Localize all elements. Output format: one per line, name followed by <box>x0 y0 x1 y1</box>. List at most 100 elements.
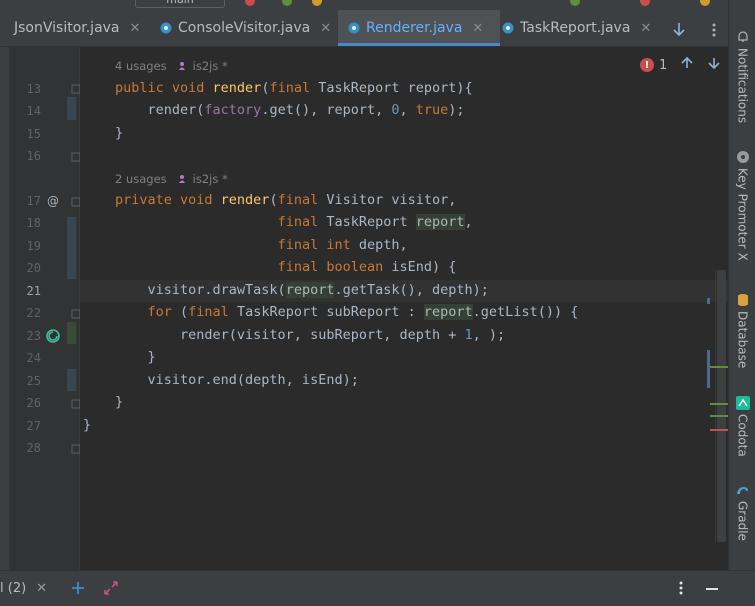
inspection-widget[interactable]: ! 1 <box>640 55 667 75</box>
arrow-down-icon[interactable] <box>670 20 688 40</box>
tool-label: Codota <box>735 414 750 457</box>
run-tab-label: l (2) <box>0 581 27 596</box>
tab-taskreport[interactable]: TaskReport.java ✕ <box>492 10 672 46</box>
close-icon[interactable]: ✕ <box>640 21 651 36</box>
close-icon[interactable]: ✕ <box>320 21 331 36</box>
line-number: 22 <box>26 306 41 320</box>
java-class-icon <box>348 22 360 34</box>
tool-label: Database <box>735 311 750 369</box>
line-number: 28 <box>26 441 41 455</box>
code-line: visitor.drawTask(report.getTask(), depth… <box>115 282 489 298</box>
expand-icon[interactable] <box>103 580 119 596</box>
line-number: 13 <box>26 82 41 96</box>
code-editor[interactable]: 4 usages is2js * public void render(final… <box>80 47 728 570</box>
line-number: 19 <box>26 239 41 253</box>
more-options-icon[interactable] <box>673 580 689 596</box>
author-name: is2js * <box>192 172 228 186</box>
vcs-change-marker[interactable] <box>67 322 76 344</box>
tab-label: Renderer.java <box>366 20 463 36</box>
line-number-current: 21 <box>26 284 41 298</box>
build-icon[interactable] <box>282 0 292 6</box>
scroll-marker[interactable] <box>710 429 728 431</box>
codota-icon <box>735 396 750 410</box>
svg-text:@: @ <box>47 194 59 208</box>
database-icon <box>737 294 748 306</box>
debug-icon[interactable] <box>312 0 322 6</box>
vcs-change-marker[interactable] <box>67 97 76 120</box>
tool-label: Key Promoter X <box>735 168 750 261</box>
stop-icon[interactable] <box>640 0 650 6</box>
editor-tab-bar: JsonVisitor.java ✕ ConsoleVisitor.java ✕… <box>0 10 728 47</box>
code-line: } <box>83 417 92 433</box>
gradle-icon <box>736 487 748 494</box>
key-promoter-icon <box>736 151 749 163</box>
author-name: is2js * <box>192 59 228 73</box>
code-line: private void render(final Visitor visito… <box>115 192 457 208</box>
usages-count[interactable]: 2 usages <box>115 172 167 186</box>
more-vertical-icon[interactable] <box>705 20 723 40</box>
code-line: render(visitor, subReport, depth + 1, ); <box>115 327 506 343</box>
right-tool-strip: Notifications Key Promoter X Database Co… <box>728 0 755 570</box>
usage-hint[interactable]: 4 usages is2js * <box>115 59 228 73</box>
java-class-icon <box>502 22 514 34</box>
line-number: 17 <box>26 194 41 208</box>
vertical-scrollbar-thumb[interactable] <box>717 270 726 542</box>
override-at-icon[interactable]: @ <box>46 194 60 208</box>
error-icon: ! <box>640 58 654 72</box>
usage-hint[interactable]: 2 usages is2js * <box>115 172 228 186</box>
scroll-marker[interactable] <box>710 415 728 417</box>
close-icon[interactable]: ✕ <box>36 581 47 596</box>
minimize-icon[interactable] <box>704 580 720 596</box>
code-line: public void render(final TaskReport repo… <box>115 80 473 96</box>
git-update-icon[interactable] <box>570 0 580 6</box>
tab-jsonvisitor[interactable]: JsonVisitor.java ✕ <box>0 10 166 46</box>
tool-label: Notifications <box>735 48 750 124</box>
close-icon[interactable]: ✕ <box>472 21 483 36</box>
code-line: final TaskReport report, <box>277 214 473 230</box>
tool-database[interactable]: Database <box>729 293 755 368</box>
code-line: visitor.end(depth, isEnd); <box>115 372 359 388</box>
scroll-marker[interactable] <box>707 350 710 388</box>
branch-selector[interactable]: main <box>135 0 225 8</box>
vcs-change-marker[interactable] <box>67 217 76 279</box>
tool-gradle[interactable]: Gradle <box>729 483 755 541</box>
vcs-change-marker[interactable] <box>67 369 76 391</box>
scroll-marker[interactable] <box>710 366 728 368</box>
recursive-call-icon[interactable] <box>46 329 60 343</box>
error-count: 1 <box>659 57 668 73</box>
run-status-icon[interactable] <box>245 0 255 6</box>
line-number: 26 <box>26 396 41 410</box>
code-line: final int depth, <box>277 237 408 253</box>
next-highlight-arrow-down-icon[interactable] <box>706 55 722 71</box>
person-icon <box>178 62 185 70</box>
java-class-icon <box>160 22 172 34</box>
line-number: 15 <box>26 127 41 141</box>
line-number: 23 <box>26 329 41 343</box>
usages-count[interactable]: 4 usages <box>115 59 167 73</box>
tool-label: Gradle <box>735 501 750 541</box>
tool-key-promoter-x[interactable]: Key Promoter X <box>729 150 755 261</box>
line-number: 24 <box>26 351 41 365</box>
bottom-tool-bar: l (2) ✕ <box>0 570 755 606</box>
add-icon[interactable] <box>70 580 86 596</box>
code-line: for (final TaskReport subReport : report… <box>147 304 579 320</box>
line-number: 27 <box>26 419 41 433</box>
tool-notifications[interactable]: Notifications <box>729 30 755 123</box>
main-toolbar: main <box>0 0 755 10</box>
code-line: } <box>115 349 156 365</box>
previous-highlight-arrow-up-icon[interactable] <box>679 55 695 71</box>
line-number: 25 <box>26 374 41 388</box>
run-tab[interactable]: l (2) ✕ <box>0 571 47 606</box>
code-line: render(factory.get(), report, 0, true); <box>115 102 465 118</box>
line-number: 20 <box>26 261 41 275</box>
project-panel-edge[interactable] <box>0 47 9 570</box>
tool-codota[interactable]: Codota <box>729 396 755 457</box>
code-line: } <box>115 394 124 410</box>
scroll-marker[interactable] <box>710 403 728 405</box>
close-icon[interactable]: ✕ <box>130 21 141 36</box>
settings-icon[interactable] <box>700 0 710 6</box>
scroll-marker[interactable] <box>707 298 710 304</box>
person-icon <box>178 175 185 183</box>
tab-consolevisitor[interactable]: ConsoleVisitor.java ✕ <box>152 10 346 46</box>
tab-renderer[interactable]: Renderer.java ✕ <box>338 10 500 46</box>
